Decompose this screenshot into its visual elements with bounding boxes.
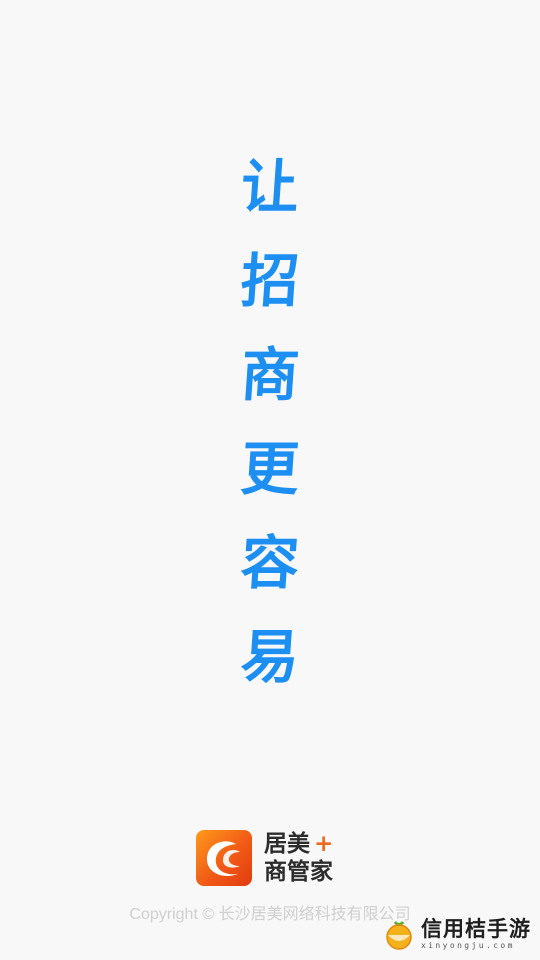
watermark-subtitle: xinyongju.com (421, 941, 515, 950)
watermark-title: 信用桔手游 (421, 916, 531, 941)
slogan-char: 更 (238, 435, 302, 503)
slogan: 让 招 商 更 容 易 (0, 140, 540, 704)
slogan-char: 让 (238, 153, 302, 221)
brand-plus: + (314, 831, 334, 857)
slogan-char: 易 (238, 623, 302, 691)
brand-name: 居美 + 商管家 (264, 830, 333, 886)
c-swoosh-logo-icon (196, 830, 252, 886)
orange-cup-icon (386, 920, 412, 950)
watermark: 信用桔手游 xinyongju.com (382, 917, 531, 951)
brand-name-line2: 商管家 (264, 859, 333, 885)
slogan-char: 容 (238, 529, 302, 597)
slogan-char: 招 (238, 247, 302, 315)
slogan-char: 商 (238, 341, 302, 409)
brand-name-line1: 居美 (264, 831, 310, 857)
brand-logo-group: 居美 + 商管家 (196, 830, 333, 886)
